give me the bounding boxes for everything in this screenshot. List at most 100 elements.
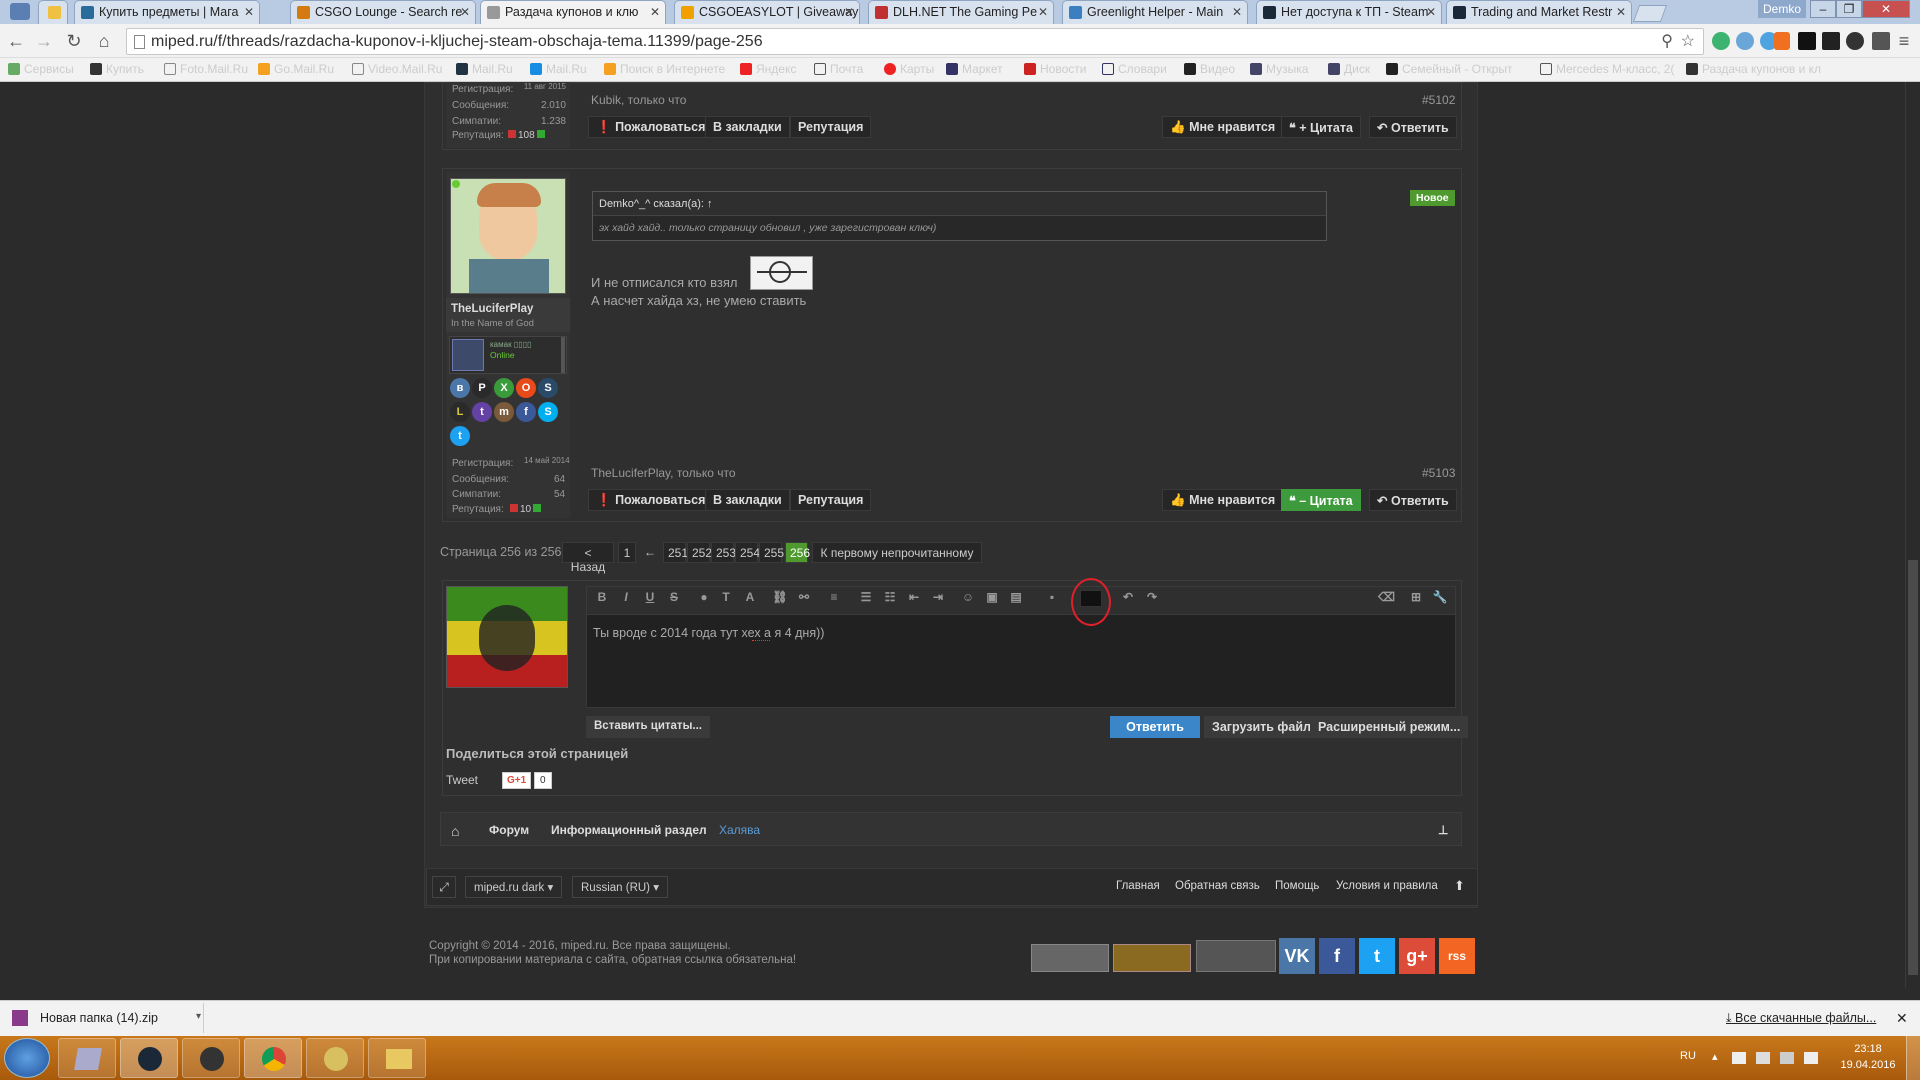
extension-icon[interactable]	[1872, 32, 1890, 50]
bookmark-item[interactable]: Почта	[814, 62, 863, 76]
clock-date[interactable]: 19.04.2016	[1838, 1059, 1898, 1071]
prev-page-button[interactable]: < Назад	[562, 542, 614, 574]
report-button[interactable]: ❗ Пожаловаться	[588, 489, 714, 511]
bookmark-item[interactable]: Музыка	[1250, 62, 1308, 76]
font-size-icon[interactable]: T	[718, 590, 734, 606]
tab-close-icon[interactable]: ✕	[1038, 5, 1048, 19]
expand-width-icon[interactable]: ⤢	[432, 876, 456, 898]
mini-avatar[interactable]	[452, 339, 484, 371]
twitch-icon[interactable]: t	[472, 402, 492, 422]
like-button[interactable]: 👍 Мне нравится	[1162, 116, 1284, 138]
rep-plus-icon[interactable]	[533, 504, 542, 512]
editor-text[interactable]: Ты вроде с 2014 года тут хех а я 4 дня))	[593, 626, 824, 640]
window-menu-icon[interactable]	[10, 3, 30, 20]
taskbar-app[interactable]	[306, 1038, 364, 1078]
tab-close-icon[interactable]: ✕	[244, 5, 254, 19]
tab-7[interactable]: Нет доступа к ТП - Steam ✕	[1256, 0, 1442, 24]
origin-icon[interactable]: O	[516, 378, 536, 398]
bookmark-item[interactable]: Видео	[1184, 62, 1235, 76]
tab-5[interactable]: DLH.NET The Gaming Pe ✕	[868, 0, 1054, 24]
taskbar-app[interactable]	[58, 1038, 116, 1078]
quote-header[interactable]: Demko^_^ сказал(а): ↑	[593, 192, 1326, 216]
tab-close-icon[interactable]: ✕	[1232, 5, 1242, 19]
undo-icon[interactable]: ↶	[1120, 590, 1136, 606]
gplus-social-icon[interactable]: g+	[1399, 938, 1435, 974]
reply-button[interactable]: ↶ Ответить	[1369, 116, 1457, 138]
bookmark-item[interactable]: Купить	[90, 62, 144, 76]
gplus-button[interactable]: G+1	[502, 772, 532, 789]
chevron-down-icon[interactable]: ▾	[196, 1011, 201, 1022]
tab-close-icon[interactable]: ✕	[844, 5, 854, 19]
tab-1[interactable]: Купить предметы | Мага ✕	[74, 0, 260, 24]
start-button[interactable]	[4, 1038, 50, 1078]
clock-time[interactable]: 23:18	[1838, 1043, 1898, 1055]
my-avatar[interactable]	[446, 586, 568, 688]
bookmark-item[interactable]: Яндекс	[740, 62, 796, 76]
like-button[interactable]: 👍 Мне нравится	[1162, 489, 1284, 511]
bookmark-button[interactable]: В закладки	[705, 116, 790, 138]
redo-icon[interactable]: ↷	[1144, 590, 1160, 606]
bookmark-item[interactable]: Foto.Mail.Ru	[164, 62, 248, 76]
bookmark-item[interactable]: Поиск в Интернете	[604, 62, 725, 76]
tab-2[interactable]: CSGO Lounge - Search re ✕	[290, 0, 476, 24]
mailru-rating-badge[interactable]	[1196, 940, 1276, 972]
rep-plus-icon[interactable]	[536, 130, 545, 138]
reply-submit-button[interactable]: Ответить	[1110, 716, 1200, 738]
italic-icon[interactable]: I	[618, 590, 634, 606]
bookmark-button[interactable]: В закладки	[705, 489, 790, 511]
taskbar-app[interactable]	[368, 1038, 426, 1078]
home-icon[interactable]: ⌂	[451, 823, 459, 839]
twitter-icon[interactable]: t	[450, 426, 470, 446]
facebook-social-icon[interactable]: f	[1319, 938, 1355, 974]
language-indicator[interactable]: RU	[1680, 1050, 1696, 1062]
tab-close-icon[interactable]: ✕	[650, 5, 660, 19]
rep-minus-icon[interactable]	[510, 504, 518, 512]
tray-up-icon[interactable]: ▴	[1712, 1050, 1718, 1063]
lounge-icon[interactable]: L	[450, 402, 470, 422]
quote-plus-button[interactable]: ❝ + Цитата	[1281, 116, 1361, 138]
page-link[interactable]: 1	[618, 542, 636, 563]
indent-icon[interactable]: ⇥	[930, 590, 946, 606]
star-icon[interactable]: ☆	[1681, 31, 1695, 51]
bookmark-item[interactable]: Раздача купонов и кл	[1686, 62, 1821, 76]
facebook-icon[interactable]: f	[516, 402, 536, 422]
image-icon[interactable]: ▣	[984, 590, 1000, 606]
tab-6[interactable]: Greenlight Helper - Main ✕	[1062, 0, 1248, 24]
bookmark-item[interactable]: Video.Mail.Ru	[352, 62, 442, 76]
scroll-top-icon[interactable]: ⬆	[1454, 878, 1465, 894]
extension-icon[interactable]	[1736, 32, 1754, 50]
tab-3[interactable]: Раздача купонов и клю ✕	[480, 0, 666, 24]
first-unread-button[interactable]: К первому непрочитанному	[812, 542, 982, 563]
show-desktop-button[interactable]	[1906, 1036, 1920, 1080]
taskbar-app[interactable]	[182, 1038, 240, 1078]
minecraft-icon[interactable]: m	[494, 402, 514, 422]
tab-8[interactable]: Trading and Market Restr ✕	[1446, 0, 1632, 24]
profile-badge[interactable]: Demko	[1758, 0, 1806, 18]
breadcrumb-item-current[interactable]: Халява	[719, 823, 760, 837]
bookmark-item[interactable]: Карты	[884, 62, 934, 76]
font-icon[interactable]: A	[742, 590, 758, 606]
advanced-mode-button[interactable]: Расширенный режим...	[1310, 716, 1469, 738]
steam-icon[interactable]: S	[538, 378, 558, 398]
extension-icon[interactable]	[1712, 32, 1730, 50]
bookmark-item[interactable]: Семейный - Открыт	[1386, 62, 1512, 76]
align-icon[interactable]: ≡	[826, 590, 842, 606]
underline-icon[interactable]: U	[642, 590, 658, 606]
bookmark-item[interactable]: Mercedes M-класс, 2(	[1540, 62, 1674, 76]
skype-icon[interactable]: S	[538, 402, 558, 422]
reply-button[interactable]: ↶ Ответить	[1369, 489, 1457, 511]
back-icon[interactable]: ←	[4, 29, 28, 53]
fire-extension-icon[interactable]	[1774, 32, 1790, 50]
mini-scrollbar[interactable]	[561, 337, 565, 373]
reload-icon[interactable]: ↻	[62, 29, 86, 53]
post-author-time[interactable]: Kubik, только что	[591, 93, 686, 107]
tab-close-icon[interactable]: ✕	[1426, 5, 1436, 19]
playstation-icon[interactable]: P	[472, 378, 492, 398]
bookmark-item[interactable]: Сервисы	[8, 62, 74, 76]
insert-quotes-button[interactable]: Вставить цитаты...	[586, 716, 710, 738]
footer-link[interactable]: Главная	[1116, 880, 1160, 892]
phone-extension-icon[interactable]	[1822, 32, 1840, 50]
rss-social-icon[interactable]: rss	[1439, 938, 1475, 974]
close-icon[interactable]: ✕	[1896, 1010, 1908, 1027]
breadcrumb-item[interactable]: Информационный раздел	[551, 823, 707, 837]
